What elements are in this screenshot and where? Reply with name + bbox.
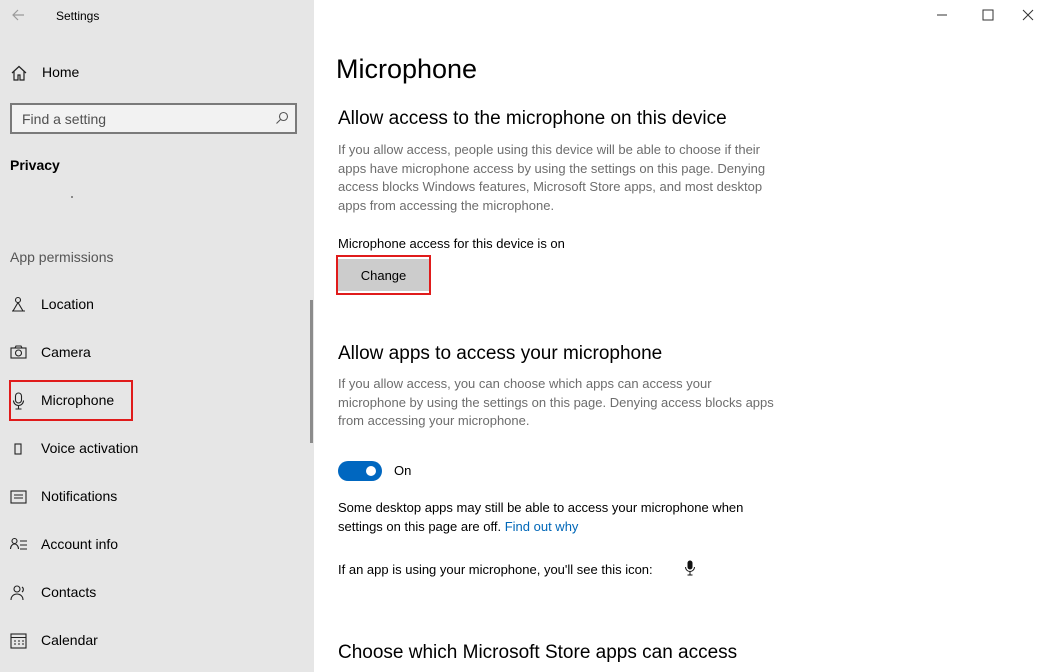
sidebar-item-label: Calendar bbox=[41, 632, 98, 648]
sidebar-item-voice-activation[interactable]: Voice activation bbox=[0, 428, 308, 468]
sidebar-item-contacts[interactable]: Contacts bbox=[0, 572, 308, 612]
back-button[interactable] bbox=[8, 5, 28, 25]
page-title: Microphone bbox=[336, 54, 478, 84]
sidebar: Settings Home Find a setting Privacy App… bbox=[0, 0, 314, 672]
search-input[interactable]: Find a setting bbox=[10, 103, 297, 134]
sidebar-item-label: Location bbox=[41, 296, 94, 312]
apps-access-description: If you allow access, you can choose whic… bbox=[338, 376, 774, 428]
section-title: Privacy bbox=[10, 157, 60, 173]
toggle-knob bbox=[366, 466, 376, 476]
sidebar-item-location[interactable]: Location bbox=[0, 284, 308, 324]
device-access-description: If you allow access, people using this d… bbox=[338, 142, 766, 213]
divider-mark bbox=[71, 196, 73, 198]
sidebar-scrollbar[interactable] bbox=[310, 300, 313, 443]
device-access-status: Microphone access for this device is on bbox=[338, 236, 565, 251]
apps-access-toggle[interactable] bbox=[338, 461, 382, 481]
change-button[interactable]: Change bbox=[338, 259, 429, 291]
sidebar-item-label: Microphone bbox=[41, 392, 115, 408]
find-out-why-link[interactable]: Find out why bbox=[505, 519, 579, 534]
main-content: Microphone Allow access to the microphon… bbox=[314, 0, 1051, 672]
sidebar-item-label: Account info bbox=[41, 536, 119, 552]
store-apps-heading: Choose which Microsoft Store apps can ac… bbox=[338, 642, 738, 663]
sidebar-item-camera[interactable]: Camera bbox=[0, 332, 308, 372]
microphone-icon bbox=[12, 392, 25, 410]
apps-access-heading: Allow apps to access your microphone bbox=[338, 343, 663, 364]
home-icon bbox=[11, 65, 27, 81]
app-title: Settings bbox=[56, 9, 100, 23]
voice-activation-icon bbox=[14, 443, 22, 455]
sidebar-item-home[interactable]: Home bbox=[0, 56, 314, 88]
toggle-state-label: On bbox=[394, 463, 412, 478]
camera-icon bbox=[10, 345, 27, 359]
sidebar-item-label: Home bbox=[42, 64, 80, 80]
sidebar-item-calendar[interactable]: Calendar bbox=[0, 620, 308, 660]
microphone-status-icon bbox=[685, 560, 695, 576]
device-access-heading: Allow access to the microphone on this d… bbox=[338, 108, 727, 129]
icon-note: If an app is using your microphone, you'… bbox=[338, 561, 653, 580]
account-info-icon bbox=[10, 537, 27, 550]
sidebar-item-label: Voice activation bbox=[41, 440, 139, 456]
sidebar-item-label: Camera bbox=[41, 344, 91, 360]
icon-note-text: If an app is using your microphone, you'… bbox=[338, 562, 653, 577]
back-arrow-icon bbox=[12, 9, 24, 21]
sidebar-item-account-info[interactable]: Account info bbox=[0, 524, 308, 564]
sidebar-item-label: Notifications bbox=[41, 488, 118, 504]
desktop-apps-note: Some desktop apps may still be able to a… bbox=[338, 499, 788, 536]
search-placeholder: Find a setting bbox=[22, 111, 107, 127]
search-icon bbox=[276, 111, 289, 124]
notifications-icon bbox=[10, 490, 27, 504]
group-title: App permissions bbox=[10, 249, 114, 265]
contacts-icon bbox=[10, 585, 24, 601]
sidebar-item-label: Contacts bbox=[41, 584, 97, 600]
sidebar-item-notifications[interactable]: Notifications bbox=[0, 476, 308, 516]
location-icon bbox=[12, 296, 25, 312]
calendar-icon bbox=[10, 633, 27, 649]
sidebar-item-microphone[interactable]: Microphone bbox=[0, 380, 308, 420]
